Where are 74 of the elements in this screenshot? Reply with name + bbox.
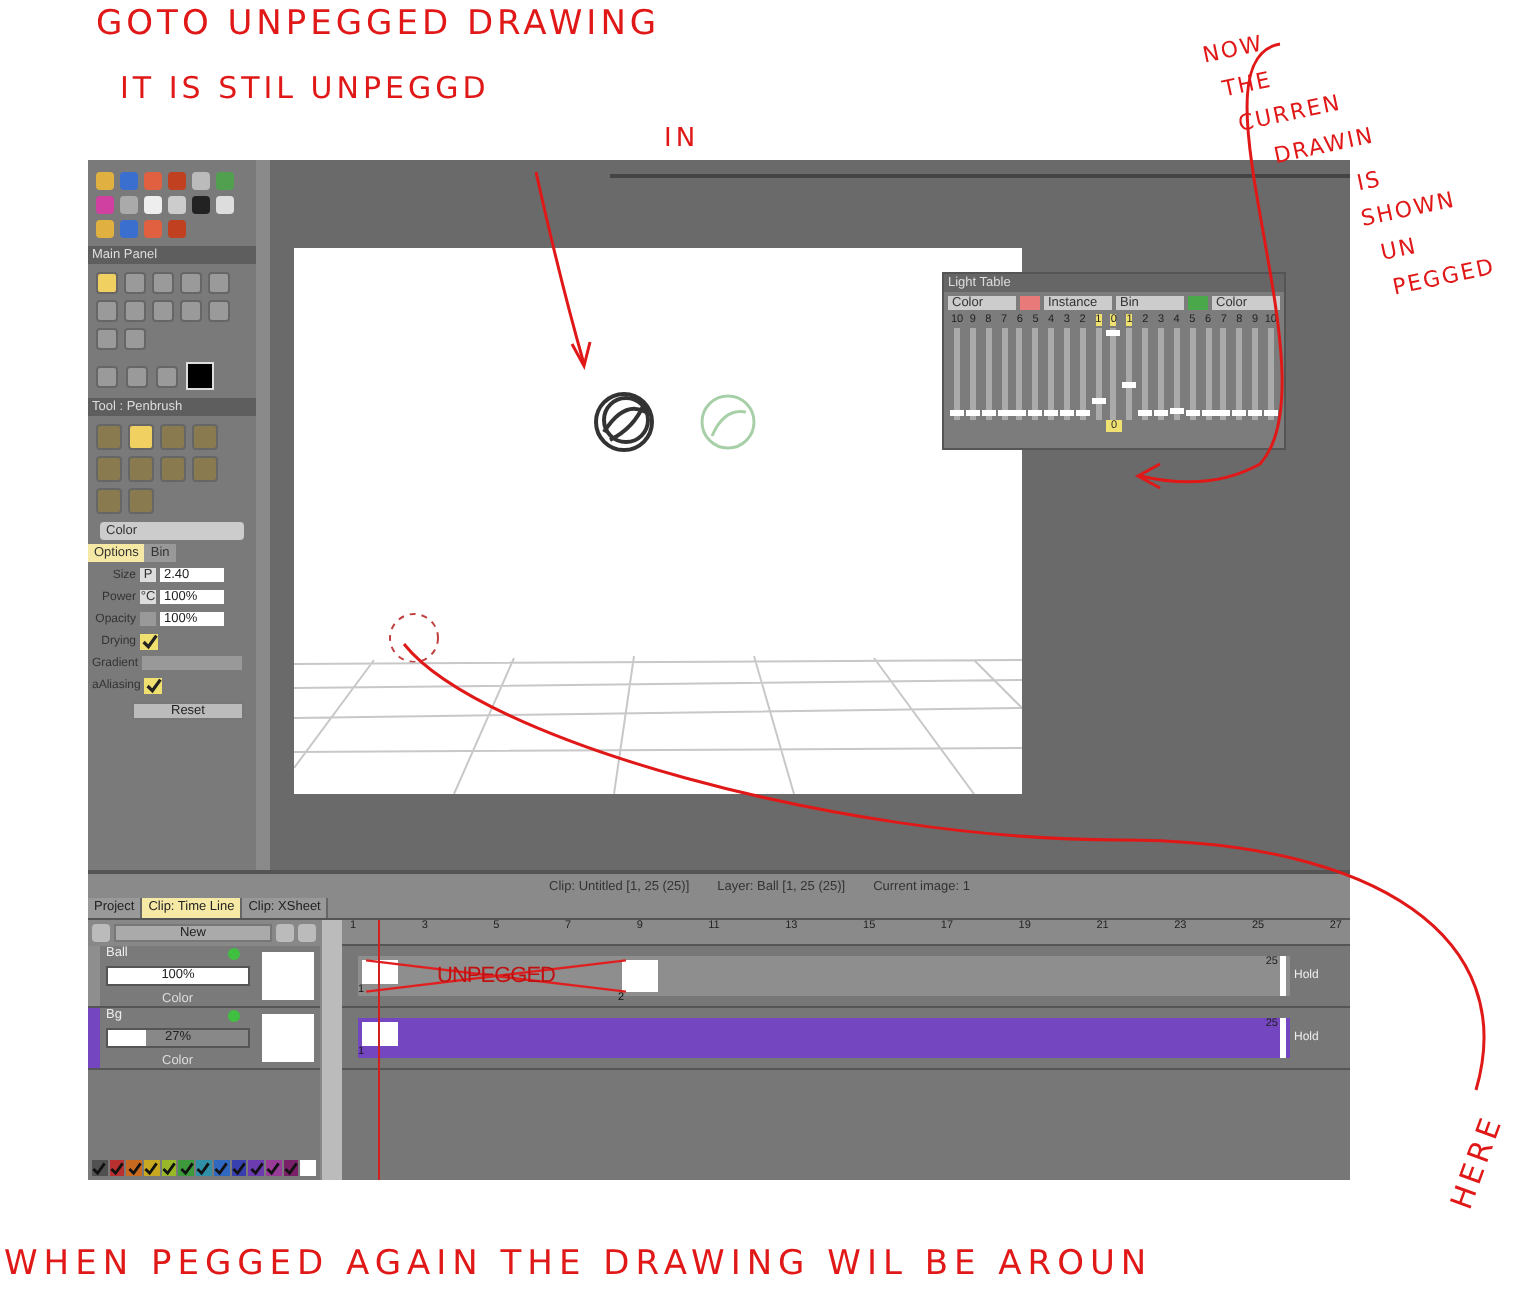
tool-icon[interactable] bbox=[96, 328, 118, 350]
tool-icon[interactable] bbox=[152, 300, 174, 322]
slider-thumb[interactable] bbox=[997, 409, 1012, 416]
visibility-icon[interactable] bbox=[228, 947, 240, 959]
brush-icon[interactable] bbox=[128, 424, 154, 450]
slider-thumb[interactable] bbox=[1012, 409, 1027, 416]
slider-thumb[interactable] bbox=[1248, 409, 1263, 416]
slider-thumb[interactable] bbox=[950, 409, 964, 416]
layer-thumbnail bbox=[262, 1014, 314, 1062]
ball-sketch bbox=[594, 392, 654, 452]
frame-thumbnail[interactable] bbox=[362, 1022, 398, 1046]
slider-thumb[interactable] bbox=[1216, 409, 1231, 416]
annotation-text: IT IS STIL UNPEGGD bbox=[120, 70, 492, 106]
color-swatch[interactable] bbox=[178, 1160, 195, 1176]
color-swatch[interactable] bbox=[126, 1160, 143, 1176]
dashed-sketch bbox=[389, 613, 439, 663]
annotation-text: WHEN PEGGED AGAIN THE DRAWING WIL BE AROUN bbox=[4, 1244, 1153, 1284]
visibility-icon[interactable] bbox=[228, 1009, 240, 1021]
slider-thumb[interactable] bbox=[1169, 407, 1184, 414]
slider-thumb[interactable] bbox=[1185, 409, 1200, 416]
annotation-text: UN bbox=[1377, 230, 1420, 266]
tool-icon[interactable] bbox=[180, 300, 202, 322]
tool-icon[interactable] bbox=[124, 300, 146, 322]
color-swatch[interactable] bbox=[300, 1160, 316, 1176]
color-swatch[interactable] bbox=[92, 1160, 108, 1176]
color-swatch[interactable] bbox=[265, 1160, 282, 1176]
frame-thumbnail[interactable] bbox=[622, 960, 658, 992]
slider-thumb[interactable] bbox=[1153, 409, 1168, 416]
tool-icon[interactable] bbox=[180, 272, 202, 294]
color-swatch[interactable] bbox=[161, 1160, 177, 1176]
color-swatch[interactable] bbox=[213, 1160, 229, 1176]
tool-icon[interactable] bbox=[124, 272, 146, 294]
annotation-text: GOTO UNPEGGED DRAWING bbox=[96, 4, 661, 44]
slider-thumb[interactable] bbox=[1106, 330, 1121, 336]
slider-thumb[interactable] bbox=[1028, 409, 1043, 416]
slider-thumb[interactable] bbox=[1075, 409, 1090, 416]
slider-thumb[interactable] bbox=[1044, 409, 1059, 416]
tool-icon[interactable] bbox=[96, 272, 118, 294]
color-swatch[interactable] bbox=[283, 1160, 299, 1176]
tool-icon[interactable] bbox=[124, 328, 146, 350]
toolbar-icon[interactable] bbox=[92, 924, 110, 942]
tool-icon[interactable] bbox=[208, 272, 230, 294]
annotation-text: IN bbox=[664, 124, 700, 154]
color-swatch[interactable] bbox=[248, 1160, 264, 1176]
slider-thumb[interactable] bbox=[1232, 409, 1247, 416]
slider-thumb[interactable] bbox=[1138, 409, 1153, 416]
onion-skin-sketch bbox=[700, 394, 756, 450]
tool-icon[interactable] bbox=[96, 365, 118, 387]
slider-thumb[interactable] bbox=[1091, 397, 1106, 404]
tool-icon[interactable] bbox=[126, 365, 148, 387]
checkbox[interactable] bbox=[144, 677, 163, 693]
checkbox[interactable] bbox=[140, 633, 158, 649]
slider-thumb[interactable] bbox=[965, 409, 980, 416]
color-swatch[interactable] bbox=[196, 1160, 212, 1176]
slider-thumb[interactable] bbox=[1263, 409, 1278, 416]
slider-thumb[interactable] bbox=[1122, 382, 1137, 389]
scrollbar-track[interactable] bbox=[256, 160, 270, 870]
color-swatch[interactable] bbox=[1188, 296, 1208, 310]
tool-icon[interactable] bbox=[96, 300, 118, 322]
color-swatch[interactable] bbox=[231, 1160, 247, 1176]
unit-box bbox=[140, 612, 156, 626]
annotation-text: NOW bbox=[1199, 28, 1268, 71]
slider-thumb[interactable] bbox=[1059, 409, 1074, 416]
panel-splitter[interactable] bbox=[320, 920, 342, 1180]
tool-icon[interactable] bbox=[152, 272, 174, 294]
color-swatch[interactable] bbox=[109, 1160, 125, 1176]
tool-icon[interactable] bbox=[156, 365, 178, 387]
color-swatch[interactable] bbox=[144, 1160, 160, 1176]
layer-thumbnail bbox=[262, 952, 314, 1000]
tool-icon[interactable] bbox=[208, 300, 230, 322]
slider-thumb[interactable] bbox=[1201, 409, 1215, 416]
slider-thumb[interactable] bbox=[981, 409, 996, 416]
annotation-text: HERE bbox=[1443, 1110, 1511, 1214]
color-swatch[interactable] bbox=[1020, 296, 1040, 310]
